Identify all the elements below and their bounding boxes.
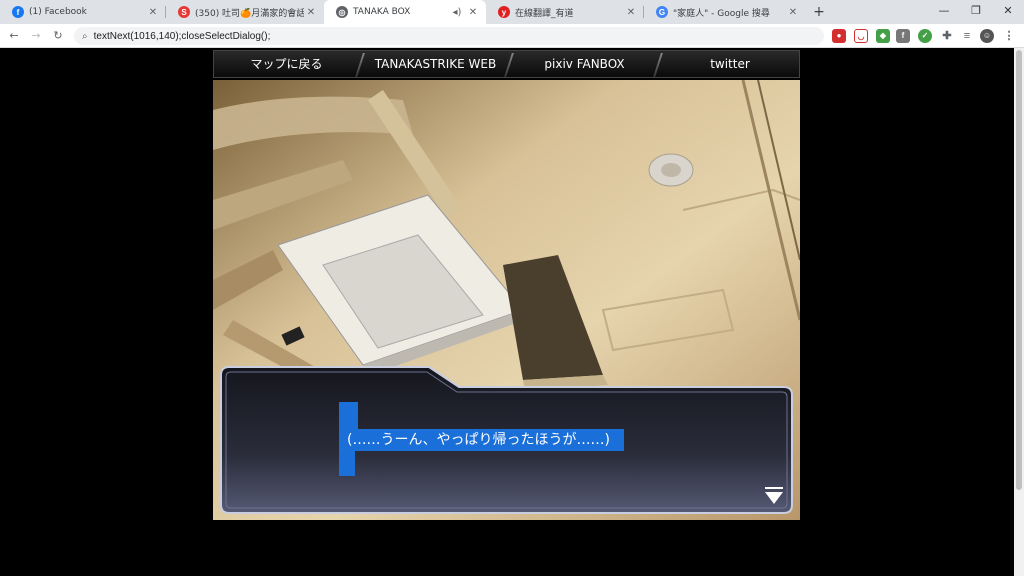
extension-f-icon[interactable]: f [896,29,910,43]
text-cursor-bar [339,402,358,429]
menu-icon[interactable]: ⋮ [1002,29,1016,43]
tab-label: TANAKA BOX [353,7,411,17]
address-bar[interactable]: ⌕ textNext(1016,140);closeSelectDialog()… [74,27,824,45]
close-window-button[interactable]: ✕ [992,0,1024,22]
next-arrow-bar [765,487,783,489]
new-tab-button[interactable]: + [810,3,828,21]
pocket-icon[interactable]: ◡ [854,29,868,43]
bilibili-icon: S [178,6,190,18]
close-icon[interactable]: ✕ [624,7,638,18]
address-text: textNext(1016,140);closeSelectDialog(); [93,30,271,42]
adblock-icon[interactable]: ● [832,29,846,43]
browser-toolbar: ← → ↻ ⌕ textNext(1016,140);closeSelectDi… [0,24,1024,48]
dialog-text: (……うーん、やっぱり帰ったほうが……) [339,429,624,451]
page-scrollbar[interactable] [1014,48,1024,576]
shield-icon[interactable]: ◆ [876,29,890,43]
avatar[interactable]: ☺ [980,29,994,43]
search-icon: ⌕ [82,30,88,42]
game-scene[interactable]: (……うーん、やっぱり帰ったほうが……) [213,80,800,520]
youdao-icon: y [498,6,510,18]
forward-button[interactable]: → [28,28,44,44]
scrollbar-thumb[interactable] [1016,50,1022,490]
tab-label: (350) 吐司🍊月滿家的會話T [acc [195,8,304,19]
check-icon[interactable]: ✓ [918,29,932,43]
close-icon[interactable]: ✕ [304,7,318,18]
menu-return-to-map[interactable]: マップに戻る [214,51,359,77]
minimize-button[interactable]: — [928,0,960,22]
back-button[interactable]: ← [6,28,22,44]
tab-youdao[interactable]: y 在線翻譯_有道 ✕ [486,0,644,24]
facebook-icon: f [12,6,24,18]
close-icon[interactable]: ✕ [466,7,480,18]
next-arrow-icon[interactable] [765,492,783,504]
tab-label: 在線翻譯_有道 [515,8,574,19]
close-icon[interactable]: ✕ [146,7,160,18]
tab-strip: f (1) Facebook ✕ S (350) 吐司🍊月滿家的會話T [acc… [0,0,1024,24]
text-cursor-bar [339,451,355,476]
google-icon: G [656,6,668,18]
reading-list-icon[interactable]: ≡ [960,29,974,43]
menu-twitter[interactable]: twitter [661,51,799,77]
tab-bilibili[interactable]: S (350) 吐司🍊月滿家的會話T [acc ✕ [166,0,324,24]
tab-facebook[interactable]: f (1) Facebook ✕ [0,0,166,24]
puzzle-icon[interactable]: ✚ [940,29,954,43]
tab-tanaka-box[interactable]: ◎ TANAKA BOX ◂) ✕ [324,0,486,24]
maximize-button[interactable]: ❐ [960,0,992,22]
menu-tanakastrike-web[interactable]: TANAKASTRIKE WEB [363,51,508,77]
page-viewport: マップに戻る TANAKASTRIKE WEB pixiv FANBOX twi… [0,48,1014,576]
tab-google[interactable]: G "家庭人" - Google 搜尋 ✕ [644,0,806,24]
close-icon[interactable]: ✕ [786,7,800,18]
game-menu-bar: マップに戻る TANAKASTRIKE WEB pixiv FANBOX twi… [213,50,800,78]
speaker-icon[interactable]: ◂) [450,7,464,18]
tab-label: "家庭人" - Google 搜尋 [673,8,770,19]
menu-pixiv-fanbox[interactable]: pixiv FANBOX [512,51,657,77]
globe-icon: ◎ [336,6,348,18]
tab-label: (1) Facebook [29,7,87,17]
reload-button[interactable]: ↻ [50,28,66,44]
